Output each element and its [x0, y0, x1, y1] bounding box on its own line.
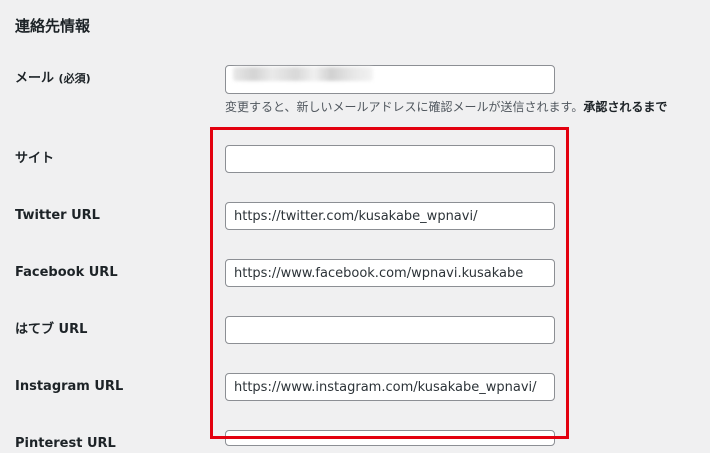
required-marker: (必須) — [58, 72, 91, 85]
email-label: メール (必須) — [15, 70, 91, 88]
email-description: 変更すると、新しいメールアドレスに確認メールが送信されます。承認されるまで — [225, 98, 667, 116]
facebook-url-label: Facebook URL — [15, 265, 118, 280]
email-description-text: 変更すると、新しいメールアドレスに確認メールが送信されます。 — [225, 100, 584, 114]
facebook-url-input[interactable] — [225, 259, 555, 287]
blurred-email-value — [233, 67, 373, 81]
section-title: 連絡先情報 — [15, 17, 91, 35]
pinterest-url-label: Pinterest URL — [15, 436, 116, 451]
email-label-text: メール — [15, 71, 55, 86]
email-description-bold: 承認されるまで — [583, 100, 668, 114]
hatena-url-input[interactable] — [225, 316, 555, 344]
site-input[interactable] — [225, 145, 555, 173]
instagram-url-input[interactable] — [225, 373, 555, 401]
hatena-url-label: はてブ URL — [15, 322, 88, 337]
instagram-url-label: Instagram URL — [15, 379, 124, 394]
twitter-url-label: Twitter URL — [15, 208, 100, 223]
site-label: サイト — [15, 151, 55, 166]
pinterest-url-input[interactable] — [225, 430, 555, 446]
twitter-url-input[interactable] — [225, 202, 555, 230]
